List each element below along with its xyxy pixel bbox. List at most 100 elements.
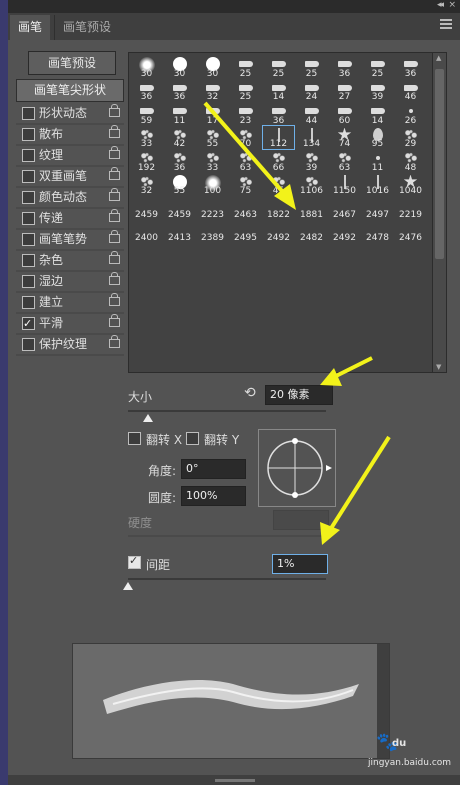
size-slider-track[interactable] xyxy=(128,410,326,412)
sidebar-item[interactable]: 纹理 xyxy=(16,146,124,167)
roundness-field[interactable]: 100% xyxy=(181,486,246,506)
panel-menu-icon[interactable] xyxy=(440,19,452,31)
tab-brush[interactable]: 画笔 xyxy=(10,15,51,40)
brush-tip[interactable]: 25 xyxy=(362,55,393,79)
brush-tip[interactable]: 25 xyxy=(296,55,327,79)
close-icon[interactable]: × xyxy=(448,0,456,10)
brush-tip[interactable]: 66 xyxy=(263,149,294,173)
brush-tip[interactable]: 2459 xyxy=(164,196,195,220)
brush-tip[interactable]: 2389 xyxy=(197,220,228,243)
brush-tip[interactable]: 36 xyxy=(395,55,426,79)
brush-tip[interactable]: 1106 xyxy=(296,173,327,196)
sidebar-item[interactable]: 建立 xyxy=(16,293,124,314)
brush-tip[interactable]: 45 xyxy=(263,173,294,196)
lock-icon[interactable] xyxy=(109,293,120,306)
brush-tip[interactable]: 55 xyxy=(197,126,228,149)
brush-tip[interactable]: 1822 xyxy=(263,196,294,220)
sidebar-item-checkbox[interactable] xyxy=(22,107,35,120)
brush-tip[interactable]: 63 xyxy=(329,149,360,173)
brush-tip[interactable]: 26 xyxy=(395,102,426,126)
brush-tip[interactable]: 112 xyxy=(262,124,295,150)
lock-icon[interactable] xyxy=(109,125,120,138)
brush-tip[interactable]: 70 xyxy=(230,126,261,149)
sidebar-item-brush-tip-shape[interactable]: 画笔笔尖形状 xyxy=(16,79,124,102)
brush-tip[interactable]: 44 xyxy=(296,102,327,126)
lock-icon[interactable] xyxy=(109,188,120,201)
brush-tip[interactable]: 134 xyxy=(296,126,327,149)
brush-tip[interactable]: 14 xyxy=(362,102,393,126)
brush-tip[interactable]: 2497 xyxy=(362,196,393,220)
brush-tip[interactable]: 1150 xyxy=(329,173,360,196)
sidebar-item-checkbox[interactable] xyxy=(22,338,35,351)
brush-tip[interactable]: 100 xyxy=(197,173,228,196)
brush-tip[interactable]: 25 xyxy=(230,79,261,102)
brush-tip[interactable]: 2492 xyxy=(263,220,294,243)
brush-tip[interactable]: 55 xyxy=(164,173,195,196)
spacing-checkbox[interactable] xyxy=(128,554,141,569)
brush-presets-button[interactable]: 画笔预设 xyxy=(28,51,116,75)
sidebar-item[interactable]: 双重画笔 xyxy=(16,167,124,188)
sidebar-item-checkbox[interactable] xyxy=(22,191,35,204)
brush-tip[interactable]: 36 xyxy=(164,79,195,102)
sidebar-item[interactable]: 杂色 xyxy=(16,251,124,272)
brush-tip[interactable]: 17 xyxy=(197,102,228,126)
brush-tip[interactable]: 74 xyxy=(329,126,360,149)
sidebar-item-checkbox[interactable] xyxy=(22,275,35,288)
brush-tip[interactable]: 2463 xyxy=(230,196,261,220)
sidebar-item-checkbox[interactable] xyxy=(22,233,35,246)
brush-tip[interactable]: 1040 xyxy=(395,173,426,196)
spacing-slider-track[interactable] xyxy=(128,578,326,580)
sidebar-item[interactable]: 画笔笔势 xyxy=(16,230,124,251)
brush-tip[interactable]: 1881 xyxy=(296,196,327,220)
brush-tip[interactable]: 63 xyxy=(230,149,261,173)
brush-tip[interactable]: 24 xyxy=(296,79,327,102)
sidebar-item[interactable]: 湿边 xyxy=(16,272,124,293)
brush-tip[interactable]: 29 xyxy=(395,126,426,149)
sidebar-item-checkbox[interactable] xyxy=(22,128,35,141)
lock-icon[interactable] xyxy=(109,209,120,222)
brush-tip[interactable]: 2492 xyxy=(329,220,360,243)
reset-size-icon[interactable]: ⟲ xyxy=(244,385,256,401)
scroll-up-icon[interactable]: ▲ xyxy=(436,54,441,62)
flip-x-checkbox[interactable] xyxy=(128,432,141,445)
brush-tip[interactable]: 75 xyxy=(230,173,261,196)
lock-icon[interactable] xyxy=(109,146,120,159)
brush-tip[interactable]: 60 xyxy=(329,102,360,126)
brush-tip[interactable]: 33 xyxy=(131,126,162,149)
sidebar-item[interactable]: 保护纹理 xyxy=(16,335,124,356)
brush-tip[interactable]: 2223 xyxy=(197,196,228,220)
sidebar-item[interactable]: 颜色动态 xyxy=(16,188,124,209)
tip-grid-scrollbar[interactable]: ▲ ▼ xyxy=(432,52,447,373)
scroll-down-icon[interactable]: ▼ xyxy=(436,363,441,371)
brush-tip[interactable]: 1016 xyxy=(362,173,393,196)
brush-tip[interactable]: 39 xyxy=(296,149,327,173)
brush-tip[interactable]: 59 xyxy=(131,102,162,126)
lock-icon[interactable] xyxy=(109,272,120,285)
brush-tip[interactable]: 39 xyxy=(362,79,393,102)
resize-grip[interactable] xyxy=(215,779,255,782)
sidebar-item[interactable]: 形状动态 xyxy=(16,104,124,125)
brush-tip[interactable]: 42 xyxy=(164,126,195,149)
brush-tip[interactable]: 27 xyxy=(329,79,360,102)
brush-tip[interactable]: 2478 xyxy=(362,220,393,243)
angle-field[interactable]: 0° xyxy=(181,459,246,479)
brush-tip[interactable]: 14 xyxy=(263,79,294,102)
brush-tip[interactable]: 36 xyxy=(131,79,162,102)
brush-tip[interactable]: 11 xyxy=(362,149,393,173)
brush-tip[interactable]: 32 xyxy=(131,173,162,196)
brush-tip[interactable]: 30 xyxy=(131,55,162,79)
spacing-field[interactable]: 1% xyxy=(272,554,328,574)
sidebar-item[interactable]: 传递 xyxy=(16,209,124,230)
size-slider-knob[interactable] xyxy=(142,414,153,422)
sidebar-item-checkbox[interactable] xyxy=(22,254,35,267)
scroll-thumb[interactable] xyxy=(435,69,444,259)
tab-brush-presets[interactable]: 画笔预设 xyxy=(54,15,119,40)
brush-tip[interactable]: 36 xyxy=(164,149,195,173)
brush-tip[interactable]: 33 xyxy=(197,149,228,173)
lock-icon[interactable] xyxy=(109,230,120,243)
collapse-icon[interactable]: ◂◂ xyxy=(437,0,444,10)
brush-tip[interactable]: 23 xyxy=(230,102,261,126)
brush-tip[interactable]: 25 xyxy=(263,55,294,79)
brush-tip[interactable]: 36 xyxy=(329,55,360,79)
spacing-slider-knob[interactable] xyxy=(123,582,133,590)
